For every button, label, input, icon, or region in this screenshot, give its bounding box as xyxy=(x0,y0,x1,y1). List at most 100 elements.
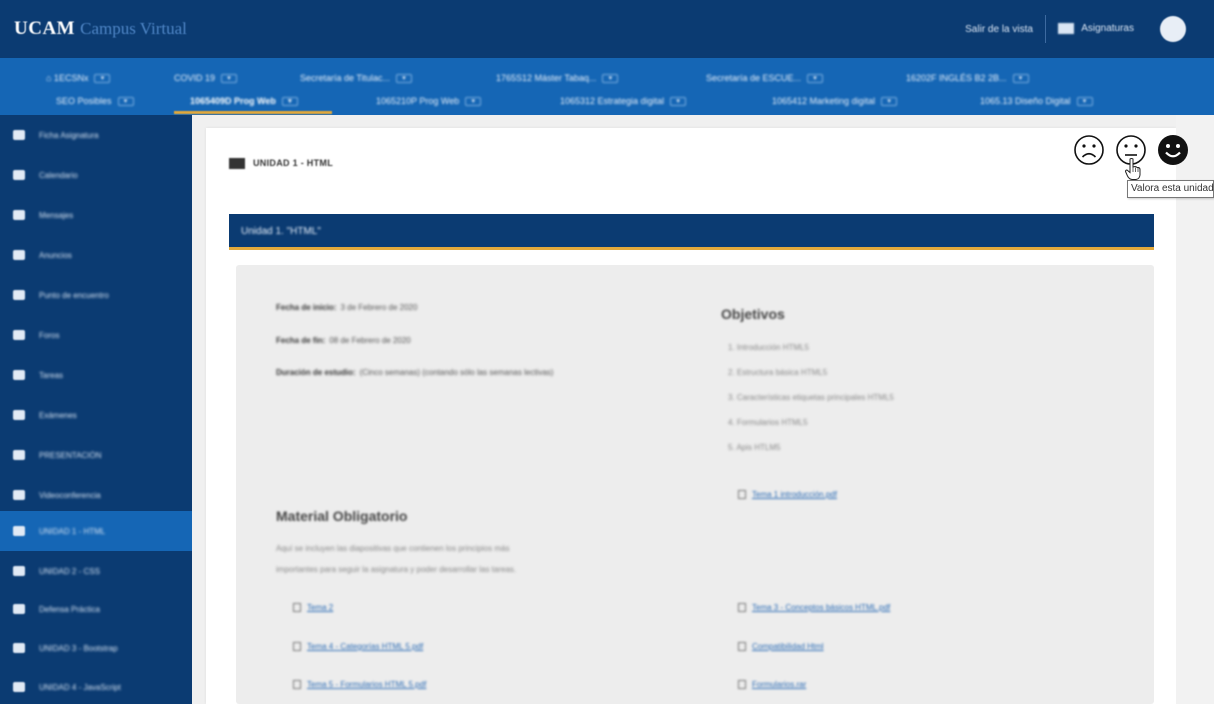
course-tab[interactable]: 1065312 Estrategia digital ▾ xyxy=(560,91,687,111)
course-tab-label: 16202F INGLÉS B2 2B... xyxy=(906,73,1007,83)
course-tab[interactable]: 1765S12 Máster Tabaq... ▾ xyxy=(496,68,619,88)
right-margin xyxy=(1176,115,1214,704)
subjects-label: Asignaturas xyxy=(1081,23,1134,35)
file-link-compatibilidad[interactable]: Compatibilidad Html xyxy=(738,642,824,651)
file-link-label: Tema 1 introducción.pdf xyxy=(752,490,837,499)
sidebar-item-presentacion[interactable]: PRESENTACIÓN xyxy=(0,435,192,475)
sidebar-item-ficha[interactable]: Ficha Asignatura xyxy=(0,115,192,155)
sidebar-item-label: Foros xyxy=(39,330,60,340)
unit-panel xyxy=(236,265,1154,704)
rating-happy-button[interactable] xyxy=(1157,134,1189,166)
file-link-label: Tema 4 - Categorías HTML 5.pdf xyxy=(307,642,424,651)
material-description-line: Aquí se incluyen las diapositivas que co… xyxy=(276,544,510,553)
objective-item: 2. Estructura básica HTML5 xyxy=(728,368,828,377)
course-tab[interactable]: Secretaría de ESCUE... ▾ xyxy=(706,68,824,88)
course-tab[interactable]: SEO Posibles ▾ xyxy=(56,91,134,111)
course-tab-label: COVID 19 xyxy=(174,73,216,83)
sidebar-item-anuncios[interactable]: Anuncios xyxy=(0,235,192,275)
study-duration-label: Duración de estudio: xyxy=(276,368,356,377)
sidebar-item-unidad-2[interactable]: UNIDAD 2 - CSS xyxy=(0,551,192,591)
brand-logo[interactable]: UCAM Campus Virtual xyxy=(14,18,187,42)
course-tab-label: 1065312 Estrategia digital xyxy=(560,96,665,106)
happy-face-icon xyxy=(1158,135,1188,165)
sidebar-item-unidad-4[interactable]: UNIDAD 4 - JavaScript xyxy=(0,667,192,704)
course-tab-label: 1065210P Prog Web xyxy=(376,96,460,106)
material-title: Material Obligatorio xyxy=(276,508,408,524)
video-icon xyxy=(13,490,25,500)
chevron-down-icon: ▾ xyxy=(1012,73,1029,83)
folder-icon xyxy=(13,566,25,576)
course-tab[interactable]: ⌂ 1ECSNx ▾ xyxy=(46,68,111,88)
sidebar-item-label: Videoconferencia xyxy=(39,490,101,500)
sidebar-item-label: UNIDAD 4 - JavaScript xyxy=(39,682,121,692)
subjects-button[interactable]: Asignaturas xyxy=(1046,23,1146,35)
file-link-label: Compatibilidad Html xyxy=(752,642,824,651)
avatar[interactable] xyxy=(1160,16,1186,42)
external-link-icon xyxy=(738,642,746,651)
course-tab[interactable]: 1065210P Prog Web ▾ xyxy=(376,91,482,111)
sidebar-item-unidad-1[interactable]: UNIDAD 1 - HTML xyxy=(0,511,192,551)
rating-tooltip: Valora esta unidad xyxy=(1127,180,1214,198)
chevron-down-icon: ▾ xyxy=(94,73,111,83)
chevron-down-icon: ▾ xyxy=(1076,96,1093,106)
file-link-label: Formularios.rar xyxy=(752,680,807,689)
sidebar-item-label: Calendario xyxy=(39,170,78,180)
mail-icon xyxy=(13,210,25,220)
sidebar-item-defensa[interactable]: Defensa Práctica xyxy=(0,589,192,629)
chevron-down-icon: ▾ xyxy=(396,73,413,83)
objective-item: 3. Características etiquetas principales… xyxy=(728,393,894,402)
rating-sad-button[interactable] xyxy=(1073,134,1105,166)
course-tab-active[interactable]: 1065409D Prog Web ▾ xyxy=(190,91,298,111)
sidebar-item-examenes[interactable]: Exámenes xyxy=(0,395,192,435)
start-date: Fecha de inicio: 3 de Febrero de 2020 xyxy=(276,303,417,312)
sidebar: Ficha Asignatura Calendario Mensajes Anu… xyxy=(0,115,192,704)
chevron-down-icon: ▾ xyxy=(117,96,134,106)
chevron-down-icon: ▾ xyxy=(281,96,298,106)
file-link-tema-2[interactable]: Tema 2 xyxy=(293,603,333,612)
course-tab-label: 1065412 Marketing digital xyxy=(772,96,876,106)
course-tab-label: 1765S12 Máster Tabaq... xyxy=(496,73,597,83)
file-link-formularios[interactable]: Formularios.rar xyxy=(738,680,806,689)
sidebar-item-videoconferencia[interactable]: Videoconferencia xyxy=(0,475,192,515)
document-icon xyxy=(13,370,25,380)
file-link-tema-1[interactable]: Tema 1 introducción.pdf xyxy=(738,490,837,499)
sidebar-item-label: Mensajes xyxy=(39,210,74,220)
sidebar-item-unidad-3[interactable]: UNIDAD 3 - Bootstrap xyxy=(0,628,192,668)
file-link-tema-4[interactable]: Tema 4 - Categorías HTML 5.pdf xyxy=(293,642,423,651)
course-tab-label: SEO Posibles xyxy=(56,96,112,106)
file-link-label: Tema 5 - Formularios HTML 5.pdf xyxy=(307,680,427,689)
exit-view-link[interactable]: Salir de la vista xyxy=(953,24,1045,35)
top-actions: Salir de la vista Asignaturas xyxy=(953,0,1214,58)
sidebar-item-tareas[interactable]: Tareas xyxy=(0,355,192,395)
sidebar-item-label: UNIDAD 2 - CSS xyxy=(39,566,100,576)
sidebar-item-label: Exámenes xyxy=(39,410,77,420)
sidebar-item-label: Tareas xyxy=(39,370,64,380)
unit-banner: Unidad 1. "HTML" xyxy=(229,214,1154,250)
file-link-tema-5[interactable]: Tema 5 - Formularios HTML 5.pdf xyxy=(293,680,426,689)
course-tab[interactable]: COVID 19 ▾ xyxy=(174,68,238,88)
sidebar-item-punto-encuentro[interactable]: Punto de encuentro xyxy=(0,275,192,315)
check-icon xyxy=(13,410,25,420)
pdf-file-icon xyxy=(738,603,746,612)
sidebar-item-label: Anuncios xyxy=(39,250,72,260)
course-tab[interactable]: 1065412 Marketing digital ▾ xyxy=(772,91,898,111)
objective-item: 4. Formularios HTML5 xyxy=(728,418,808,427)
file-link-tema-3[interactable]: Tema 3 - Conceptos básicos HTML.pdf xyxy=(738,603,890,612)
course-nav: ⌂ 1ECSNx ▾ COVID 19 ▾ Secretaría de Titula… xyxy=(0,58,1214,115)
sidebar-item-foros[interactable]: Foros xyxy=(0,315,192,355)
study-duration: Duración de estudio: (Cinco semanas) (con… xyxy=(276,368,553,377)
unit-header-title: UNIDAD 1 - HTML xyxy=(253,158,333,168)
archive-file-icon xyxy=(738,680,746,689)
end-date: Fecha de fin: 08 de Febrero de 2020 xyxy=(276,336,411,345)
course-tab[interactable]: Secretaría de Titulac... ▾ xyxy=(300,68,413,88)
course-tab-label: Secretaría de Titulac... xyxy=(300,73,391,83)
chevron-down-icon: ▾ xyxy=(465,96,482,106)
course-tab[interactable]: 16202F INGLÉS B2 2B... ▾ xyxy=(906,68,1029,88)
study-duration-value: (Cinco semanas) (contando sólo las seman… xyxy=(359,368,554,377)
sidebar-item-mensajes[interactable]: Mensajes xyxy=(0,195,192,235)
sidebar-item-label: PRESENTACIÓN xyxy=(39,450,102,460)
file-link-label: Tema 3 - Conceptos básicos HTML.pdf xyxy=(752,603,891,612)
sidebar-item-calendario[interactable]: Calendario xyxy=(0,155,192,195)
end-date-value: 08 de Febrero de 2020 xyxy=(329,336,411,345)
course-tab[interactable]: 1065.13 Diseño Digital ▾ xyxy=(980,91,1093,111)
